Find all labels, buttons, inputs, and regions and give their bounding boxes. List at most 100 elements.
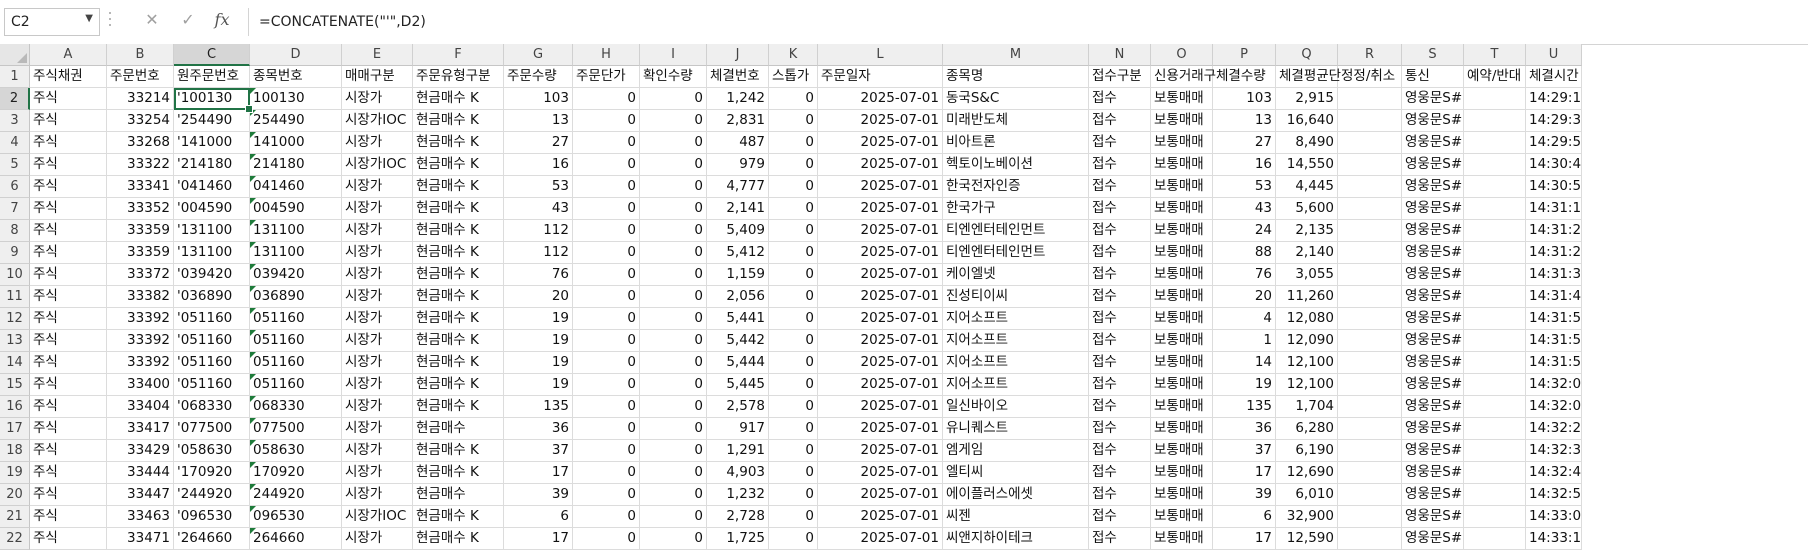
table-cell[interactable] [1464,462,1526,484]
table-cell[interactable] [1464,484,1526,506]
table-cell[interactable]: 12,090 [1276,330,1338,352]
row-header-21[interactable]: 21 [0,506,30,528]
table-cell[interactable]: 현금매수 K [413,110,504,132]
table-cell[interactable]: 시장가 [342,198,413,220]
table-cell[interactable]: 33404 [107,396,174,418]
table-cell[interactable]: 주식 [30,484,107,506]
table-cell[interactable]: 2025-07-01 [818,396,943,418]
table-cell[interactable]: 접수 [1089,198,1151,220]
table-cell[interactable]: 접수 [1089,264,1151,286]
table-cell[interactable]: 2,831 [707,110,769,132]
table-cell[interactable]: 6,280 [1276,418,1338,440]
table-cell[interactable]: 5,600 [1276,198,1338,220]
table-cell[interactable]: 1,232 [707,484,769,506]
table-cell[interactable]: 씨젠 [943,506,1089,528]
table-cell[interactable]: 2025-07-01 [818,528,943,550]
table-cell[interactable]: 1,725 [707,528,769,550]
table-cell[interactable] [1338,264,1402,286]
table-cell[interactable]: 0 [769,242,818,264]
table-cell[interactable]: 보통매매 [1151,242,1213,264]
table-cell[interactable]: 영웅문S# [1402,440,1464,462]
table-cell[interactable]: 시장가 [342,264,413,286]
table-cell[interactable]: 2025-07-01 [818,176,943,198]
table-cell[interactable]: 2025-07-01 [818,440,943,462]
table-cell[interactable]: 비아트론 [943,132,1089,154]
drag-handle-icon[interactable] [108,12,112,32]
header-cell[interactable]: 종목번호 [250,66,342,88]
table-cell[interactable]: 1,704 [1276,396,1338,418]
table-cell[interactable]: 33214 [107,88,174,110]
table-cell[interactable]: 현금매수 K [413,440,504,462]
header-cell[interactable]: 체결번호 [707,66,769,88]
table-cell[interactable] [1338,154,1402,176]
table-cell[interactable]: 접수 [1089,418,1151,440]
table-cell[interactable]: 16,640 [1276,110,1338,132]
table-cell[interactable]: 보통매매 [1151,154,1213,176]
name-box[interactable]: C2 ▼ [4,8,100,36]
table-cell[interactable] [1464,242,1526,264]
table-cell[interactable]: 현금매수 K [413,88,504,110]
table-cell[interactable]: 시장가 [342,352,413,374]
column-header-u[interactable]: U [1526,44,1582,66]
header-cell[interactable]: 매매구분 [342,66,413,88]
table-cell[interactable]: 036890 [250,286,342,308]
table-cell[interactable]: 068330 [250,396,342,418]
row-header-11[interactable]: 11 [0,286,30,308]
table-cell[interactable]: 현금매수 K [413,506,504,528]
header-cell[interactable]: 확인수량 [640,66,707,88]
table-cell[interactable]: 접수 [1089,286,1151,308]
header-cell[interactable]: 접수구분 [1089,66,1151,88]
table-cell[interactable]: 시장가IOC [342,506,413,528]
table-cell[interactable]: 0 [573,440,640,462]
table-cell[interactable]: 14:31:5 [1526,308,1582,330]
table-cell[interactable]: 보통매매 [1151,198,1213,220]
table-cell[interactable]: 일신바이오 [943,396,1089,418]
table-cell[interactable]: 0 [769,110,818,132]
table-cell[interactable]: 0 [640,506,707,528]
table-cell[interactable]: 미래반도체 [943,110,1089,132]
table-cell[interactable]: 주식 [30,330,107,352]
table-cell[interactable] [1464,440,1526,462]
table-cell[interactable]: 53 [504,176,573,198]
table-cell[interactable]: 33341 [107,176,174,198]
column-header-l[interactable]: L [818,44,943,66]
table-cell[interactable]: 096530 [250,506,342,528]
table-cell[interactable]: 접수 [1089,242,1151,264]
table-cell[interactable]: 영웅문S# [1402,462,1464,484]
table-cell[interactable]: 보통매매 [1151,132,1213,154]
table-cell[interactable]: 2,915 [1276,88,1338,110]
table-cell[interactable]: '077500 [174,418,250,440]
table-cell[interactable]: 33382 [107,286,174,308]
table-cell[interactable]: 접수 [1089,506,1151,528]
table-cell[interactable]: 27 [504,132,573,154]
table-cell[interactable]: 현금매수 K [413,528,504,550]
table-cell[interactable]: 33352 [107,198,174,220]
table-cell[interactable]: 현금매수 K [413,176,504,198]
table-cell[interactable]: 0 [640,88,707,110]
table-cell[interactable]: 2025-07-01 [818,198,943,220]
table-cell[interactable]: 36 [504,418,573,440]
header-cell[interactable]: 주문수량 [504,66,573,88]
table-cell[interactable]: 시장가 [342,242,413,264]
table-cell[interactable] [1464,352,1526,374]
table-cell[interactable]: 영웅문S# [1402,110,1464,132]
table-cell[interactable]: 0 [573,286,640,308]
table-cell[interactable] [1338,440,1402,462]
table-cell[interactable]: 영웅문S# [1402,330,1464,352]
table-cell[interactable]: 2025-07-01 [818,242,943,264]
table-cell[interactable]: 주식 [30,462,107,484]
table-cell[interactable]: 주식 [30,176,107,198]
column-header-e[interactable]: E [342,44,413,66]
table-cell[interactable]: 0 [769,506,818,528]
column-header-h[interactable]: H [573,44,640,66]
table-cell[interactable]: '141000 [174,132,250,154]
table-cell[interactable]: 2025-07-01 [818,352,943,374]
row-header-16[interactable]: 16 [0,396,30,418]
table-cell[interactable] [1338,528,1402,550]
table-cell[interactable]: 영웅문S# [1402,176,1464,198]
table-cell[interactable]: 0 [640,308,707,330]
table-cell[interactable]: 접수 [1089,352,1151,374]
table-cell[interactable]: 14:31:2 [1526,220,1582,242]
table-cell[interactable]: 14 [1213,352,1276,374]
table-cell[interactable]: 보통매매 [1151,462,1213,484]
